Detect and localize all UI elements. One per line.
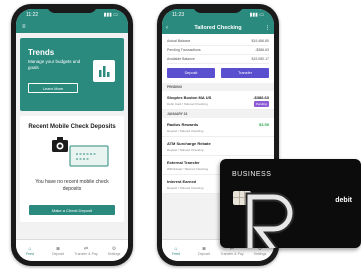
- deposits-empty-text: You have no recent mobile check deposits: [35, 179, 109, 192]
- learn-more-button[interactable]: Learn More: [28, 83, 78, 93]
- tab-label: Feed: [172, 251, 180, 256]
- account-title: Tailored Checking: [194, 24, 242, 31]
- transaction-sub: Deposit / Tailored Checking: [167, 148, 204, 152]
- tab-feed[interactable]: ⌂ Feed: [162, 240, 190, 261]
- tab-label: Deposit: [198, 251, 210, 256]
- balances-panel: Actual Balance $19,466.80 Pending Transac…: [162, 34, 274, 83]
- phone-notch: [47, 4, 97, 13]
- trends-title: Trends: [28, 48, 55, 57]
- balance-value: $19,080.17: [251, 57, 269, 61]
- transaction-row[interactable]: Shoplex Boston MA US Debit Card / Tailor…: [162, 91, 274, 110]
- pending-section-header: PENDING: [162, 83, 274, 91]
- menu-icon[interactable]: ≡: [22, 24, 26, 30]
- balance-label: Pending Transactions: [167, 48, 201, 52]
- account-header: ‹ Tailored Checking ⋮: [162, 21, 274, 34]
- transaction-row[interactable]: Radius Rewards Deposit / Tailored Checki…: [162, 118, 274, 137]
- radius-r-logo-icon: [245, 192, 295, 248]
- transfer-button[interactable]: Transfer: [221, 68, 269, 78]
- signal-battery-icon: ▮▮▮ ▭: [103, 12, 118, 18]
- status-time: 11:22: [26, 12, 39, 18]
- phone-left: 11:22 ▮▮▮ ▭ ≡ Trends Manage your budgets…: [11, 4, 133, 266]
- transfer-label: Transfer: [238, 71, 252, 75]
- tab-label: Transfer & Pay: [220, 251, 244, 256]
- balance-row: Pending Transactions -$386.63: [167, 46, 269, 55]
- tab-label: Transfer & Pay: [74, 251, 98, 256]
- tab-label: Settings: [253, 251, 267, 256]
- deposits-title: Recent Mobile Check Deposits: [28, 124, 116, 130]
- transaction-sub: Deposit / Tailored Checking: [167, 129, 204, 133]
- trends-card: Trends Manage your budgets and goals Lea…: [20, 38, 124, 111]
- transaction-name: ATM Surcharge Rebate: [167, 141, 211, 146]
- balance-value: -$386.63: [255, 48, 269, 52]
- account-actions: Deposit Transfer: [167, 64, 269, 83]
- transaction-sub: Withdrawal / Tailored Checking: [167, 167, 209, 171]
- trends-description: Manage your budgets and goals: [28, 59, 81, 70]
- transaction-sub: Deposit / Tailored Checking: [167, 186, 204, 190]
- tab-deposit[interactable]: ◙ Deposit: [190, 240, 218, 261]
- transaction-name: External Transfer: [167, 160, 200, 165]
- tab-settings[interactable]: ⚙ Settings: [100, 240, 128, 261]
- balance-value: $19,466.80: [251, 39, 269, 43]
- transaction-amount: $3.59: [258, 122, 269, 127]
- transaction-sub: Debit Card / Tailored Checking: [167, 102, 208, 106]
- tab-bar: ⌂ Feed ◙ Deposit ⇄ Transfer & Pay ⚙ Settings: [16, 239, 128, 261]
- tab-deposit[interactable]: ◙ Deposit: [44, 240, 72, 261]
- business-debit-card: BUSINESS debit: [220, 159, 361, 248]
- check-deposits-card: Recent Mobile Check Deposits You have no…: [20, 116, 124, 222]
- balance-label: Actual Balance: [167, 39, 191, 43]
- make-check-deposit-button[interactable]: Make a Check Deposit: [29, 205, 115, 215]
- tab-feed[interactable]: ⌂ Feed: [16, 240, 44, 261]
- more-icon[interactable]: ⋮: [265, 25, 270, 31]
- date-section-header: JANUARY 24: [162, 110, 274, 118]
- deposit-label: Deposit: [184, 71, 198, 75]
- status-time: 11:23: [172, 12, 185, 18]
- deposit-button[interactable]: Deposit: [167, 68, 215, 78]
- app-header: ≡: [16, 21, 128, 33]
- phone-notch: [193, 4, 243, 13]
- balance-row: Available Balance $19,080.17: [167, 55, 269, 64]
- transaction-name: Radius Rewards: [167, 122, 199, 127]
- check-illustration-icon: [52, 137, 109, 167]
- transaction-name: Shoplex Boston MA US: [167, 95, 212, 100]
- transaction-amount: -$386.63: [253, 95, 269, 100]
- tab-transfer-pay[interactable]: ⇄ Transfer & Pay: [72, 240, 100, 261]
- balance-row: Actual Balance $19,466.80: [167, 37, 269, 46]
- tab-label: Deposit: [52, 251, 64, 256]
- balance-label: Available Balance: [167, 57, 195, 61]
- card-type-text: debit: [335, 197, 352, 204]
- bar-chart-icon: [93, 60, 115, 82]
- card-brand-text: BUSINESS: [232, 171, 272, 178]
- transaction-name: Interest Earned: [167, 179, 197, 184]
- tab-label: Settings: [107, 251, 121, 256]
- pending-badge: Pending: [253, 101, 269, 107]
- transaction-row[interactable]: ATM Surcharge Rebate Deposit / Tailored …: [162, 137, 274, 156]
- screen-feed: 11:22 ▮▮▮ ▭ ≡ Trends Manage your budgets…: [16, 9, 128, 261]
- back-chevron-icon[interactable]: ‹: [166, 25, 168, 31]
- tab-label: Feed: [26, 251, 34, 256]
- signal-battery-icon: ▮▮▮ ▭: [249, 12, 264, 18]
